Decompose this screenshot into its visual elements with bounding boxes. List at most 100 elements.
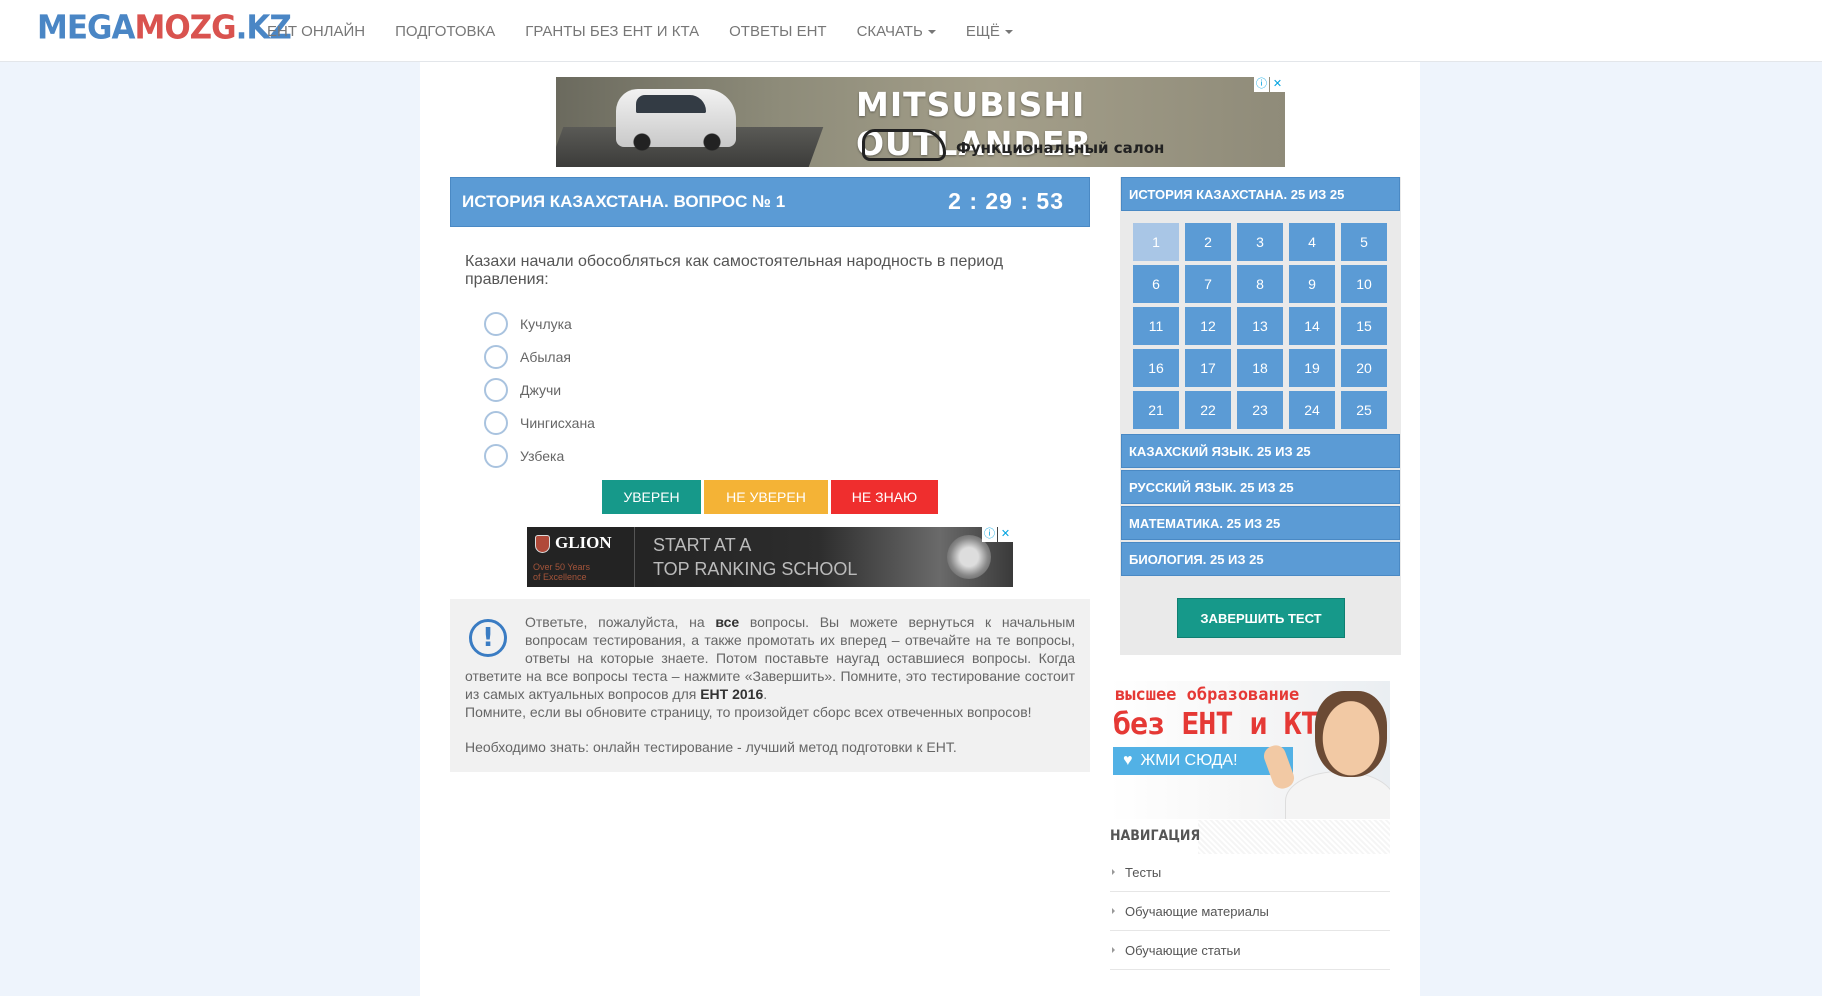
answer-option[interactable]: Узбека — [484, 439, 595, 472]
question-number-button[interactable]: 4 — [1289, 223, 1335, 261]
nav-grants[interactable]: ГРАНТЫ БЕЗ ЕНТ И КТА — [525, 23, 699, 40]
nav-preparation[interactable]: ПОДГОТОВКА — [395, 23, 495, 40]
promo-line-2: без ЕНТ и КТА — [1113, 707, 1336, 742]
dont-know-button[interactable]: НЕ ЗНАЮ — [831, 480, 938, 514]
question-number-button[interactable]: 5 — [1341, 223, 1387, 261]
answer-option-label: Кучлука — [520, 315, 572, 332]
subject-header-biology[interactable]: БИОЛОГИЯ. 25 ИЗ 25 — [1121, 542, 1400, 576]
question-number-button[interactable]: 7 — [1185, 265, 1231, 303]
logo-part-mega: MEGA — [37, 9, 135, 47]
nav-ent-online[interactable]: ЕНТ ОНЛАЙН — [267, 23, 365, 40]
question-text: Казахи начали обособляться как самостоят… — [465, 253, 1004, 288]
ad-info-icon[interactable]: ⓘ — [982, 527, 997, 542]
nav-link-materials[interactable]: Обучающие материалы — [1110, 892, 1390, 931]
question-number-button[interactable]: 10 — [1341, 265, 1387, 303]
promo-face-image — [1315, 691, 1387, 777]
nav-link-tests[interactable]: Тесты — [1110, 853, 1390, 892]
finish-test-button[interactable]: ЗАВЕРШИТЬ ТЕСТ — [1177, 598, 1345, 638]
answer-option[interactable]: Абылая — [484, 340, 595, 373]
instructions-text: Ответьте, пожалуйста, на все вопросы. Вы… — [465, 613, 1075, 721]
promo-banner[interactable]: высшее образование без ЕНТ и КТА ♥ ЖМИ С… — [1110, 681, 1390, 819]
ad-line-2: TOP RANKING SCHOOL — [653, 559, 858, 579]
nav-download-dropdown[interactable]: СКАЧАТЬ — [857, 23, 936, 40]
ad-tagline-line: Over 50 Years — [533, 562, 591, 572]
radio-button[interactable] — [484, 311, 508, 336]
question-number-button[interactable]: 24 — [1289, 391, 1335, 429]
promo-person-image — [1285, 771, 1390, 819]
ad-controls: ⓘ ✕ — [1253, 77, 1285, 92]
subject-header-math[interactable]: МАТЕМАТИКА. 25 ИЗ 25 — [1121, 506, 1400, 540]
ad-close-icon[interactable]: ✕ — [998, 527, 1013, 542]
subject-header-history[interactable]: ИСТОРИЯ КАЗАХСТАНА. 25 ИЗ 25 — [1121, 177, 1400, 211]
confidence-buttons: УВЕРЕН НЕ УВЕРЕН НЕ ЗНАЮ — [602, 480, 941, 514]
question-number-button[interactable]: 21 — [1133, 391, 1179, 429]
instructions-bold: ЕНТ 2016 — [700, 686, 764, 702]
question-number-button[interactable]: 19 — [1289, 349, 1335, 387]
chevron-right-icon — [1112, 908, 1115, 914]
sure-button[interactable]: УВЕРЕН — [602, 480, 701, 514]
answer-option[interactable]: Джучи — [484, 373, 595, 406]
unsure-button[interactable]: НЕ УВЕРЕН — [704, 480, 828, 514]
instructions-box: ! Ответьте, пожалуйста, на все вопросы. … — [450, 599, 1090, 772]
instructions-note: Необходимо знать: онлайн тестирование - … — [465, 739, 957, 755]
nav-link-label: Обучающие статьи — [1125, 942, 1241, 958]
ad-tagline: Over 50 Years of Excellence — [533, 562, 590, 582]
ad-close-icon[interactable]: ✕ — [1270, 77, 1285, 92]
instructions-part: . — [763, 686, 768, 702]
countdown-timer: 2 : 29 : 53 — [948, 188, 1064, 214]
question-number-button[interactable]: 13 — [1237, 307, 1283, 345]
question-number-button[interactable]: 2 — [1185, 223, 1231, 261]
question-number-button[interactable]: 22 — [1185, 391, 1231, 429]
question-number-button[interactable]: 20 — [1341, 349, 1387, 387]
nav-link-label: Обучающие материалы — [1125, 903, 1269, 919]
question-number-button[interactable]: 23 — [1237, 391, 1283, 429]
nav-link-label: Тесты — [1125, 864, 1162, 880]
answer-option[interactable]: Чингисхана — [484, 406, 595, 439]
answer-option-label: Чингисхана — [520, 414, 595, 431]
radio-button[interactable] — [484, 443, 508, 468]
ad-subline: Функциональный салон — [956, 139, 1165, 157]
question-number-button[interactable]: 3 — [1237, 223, 1283, 261]
ad-brand: GLION — [555, 533, 612, 552]
subject-header-russian[interactable]: РУССКИЙ ЯЗЫК. 25 ИЗ 25 — [1121, 470, 1400, 504]
navigation-links: Тесты Обучающие материалы Обучающие стат… — [1110, 853, 1390, 970]
question-number-button[interactable]: 17 — [1185, 349, 1231, 387]
ad-line-1: START AT A — [653, 535, 752, 555]
question-number-button[interactable]: 14 — [1289, 307, 1335, 345]
nav-link-articles[interactable]: Обучающие статьи — [1110, 931, 1390, 970]
answer-option[interactable]: Кучлука — [484, 307, 595, 340]
question-number-button[interactable]: 15 — [1341, 307, 1387, 345]
caret-down-icon — [927, 29, 936, 34]
promo-line-1: высшее образование — [1115, 685, 1300, 705]
question-number-button[interactable]: 18 — [1237, 349, 1283, 387]
question-number-button[interactable]: 9 — [1289, 265, 1335, 303]
subject-label: КАЗАХСКИЙ ЯЗЫК. 25 ИЗ 25 — [1129, 443, 1311, 459]
subject-header-kazakh[interactable]: КАЗАХСКИЙ ЯЗЫК. 25 ИЗ 25 — [1121, 434, 1400, 468]
question-number-button[interactable]: 25 — [1341, 391, 1387, 429]
nav-grants-label: ГРАНТЫ БЕЗ ЕНТ И КТА — [525, 22, 700, 40]
radio-button[interactable] — [484, 377, 508, 402]
chevron-right-icon — [1112, 869, 1115, 875]
question-number-button[interactable]: 6 — [1133, 265, 1179, 303]
question-number-button[interactable]: 12 — [1185, 307, 1231, 345]
ad-tagline-line: of Excellence — [533, 572, 587, 582]
radio-button[interactable] — [484, 410, 508, 435]
answer-options: Кучлука Абылая Джучи Чингисхана Узбека — [484, 307, 595, 472]
radio-button[interactable] — [484, 344, 508, 369]
caret-down-icon — [1004, 29, 1013, 34]
question-number-button[interactable]: 11 — [1133, 307, 1179, 345]
nav-more-dropdown[interactable]: ЕЩЁ — [966, 23, 1013, 40]
main-menu: ЕНТ ОНЛАЙН ПОДГОТОВКА ГРАНТЫ БЕЗ ЕНТ И К… — [252, 0, 1028, 62]
ad-info-icon[interactable]: ⓘ — [1254, 77, 1269, 92]
banner-ad-middle[interactable]: GLION Over 50 Years of Excellence START … — [527, 527, 1013, 587]
nav-answers[interactable]: ОТВЕТЫ ЕНТ — [729, 23, 826, 40]
promo-button-label: ЖМИ СЮДА! — [1140, 752, 1238, 769]
car-seat-icon — [862, 129, 946, 161]
nav-title-decoration — [1198, 820, 1390, 854]
navigation-title: НАВИГАЦИЯ — [1110, 828, 1201, 844]
question-number-button[interactable]: 16 — [1133, 349, 1179, 387]
question-number-button[interactable]: 1 — [1133, 223, 1179, 261]
top-navbar: MEGAMOZG.KZ ЕНТ ОНЛАЙН ПОДГОТОВКА ГРАНТЫ… — [0, 0, 1822, 62]
question-number-button[interactable]: 8 — [1237, 265, 1283, 303]
banner-ad-top[interactable]: MITSUBISHI OUTLANDER Функциональный сало… — [556, 77, 1285, 167]
